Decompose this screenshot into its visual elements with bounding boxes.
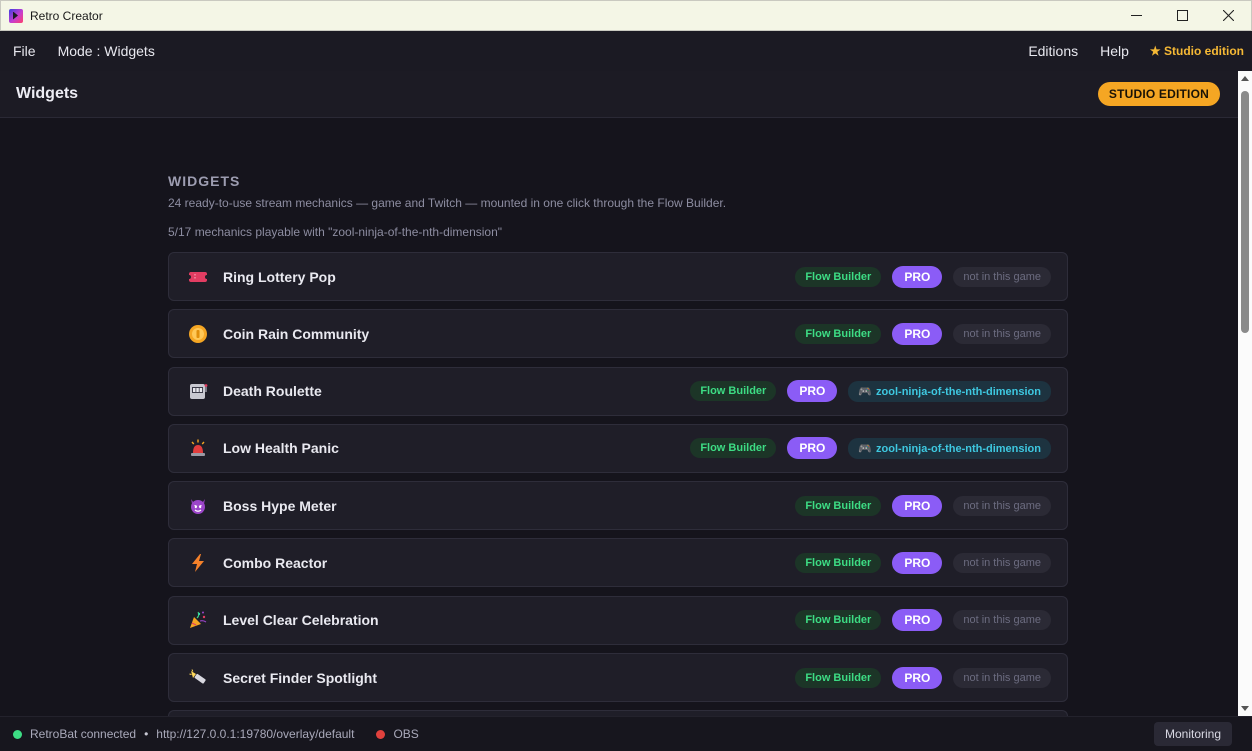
game-name: zool-ninja-of-the-nth-dimension (876, 442, 1041, 455)
widget-tags: Flow Builder PRO 🎮 zool-ninja-of-the-nth-… (690, 437, 1051, 460)
widget-name: Level Clear Celebration (223, 612, 379, 629)
flow-builder-tag: Flow Builder (795, 266, 882, 287)
game-availability-tag: not in this game (953, 552, 1051, 573)
widget-tags: Flow Builder PRO 🎮 zool-ninja-of-the-nth-… (690, 380, 1051, 403)
status-bar: RetroBat connected • http://127.0.0.1:19… (0, 716, 1252, 751)
ticket-icon (187, 266, 209, 288)
maximize-button[interactable] (1159, 1, 1205, 30)
obs-status-dot-icon (376, 729, 386, 739)
page-header: Widgets STUDIO EDITION (0, 71, 1238, 118)
menu-help[interactable]: Help (1089, 43, 1140, 59)
widget-name: Low Health Panic (223, 440, 339, 457)
coin-icon (187, 323, 209, 345)
widget-name: Death Roulette (223, 383, 322, 400)
widget-row[interactable]: Boss Hype Meter Flow Builder PRO not in … (168, 481, 1068, 531)
status-separator: • (144, 727, 149, 741)
pro-badge: PRO (892, 666, 943, 689)
pro-badge: PRO (892, 551, 943, 574)
menu-mode[interactable]: Mode : Widgets (47, 43, 166, 59)
window-controls (1113, 1, 1251, 30)
section-description: 24 ready-to-use stream mechanics — game … (168, 196, 727, 210)
window-title: Retro Creator (30, 8, 103, 23)
flow-builder-tag: Flow Builder (795, 552, 882, 573)
gamepad-icon: 🎮 (858, 385, 873, 398)
flow-builder-tag: Flow Builder (690, 381, 777, 402)
game-name: zool-ninja-of-the-nth-dimension (876, 385, 1041, 398)
flow-builder-tag: Flow Builder (795, 323, 882, 344)
section-title: WIDGETS (168, 173, 241, 189)
widget-row[interactable]: Level Clear Celebration Flow Builder PRO… (168, 595, 1068, 645)
flow-builder-tag: Flow Builder (795, 610, 882, 631)
game-availability-tag: not in this game (953, 667, 1051, 688)
siren-icon (187, 437, 209, 459)
widget-row[interactable]: Secret Finder Spotlight Flow Builder PRO… (168, 653, 1068, 703)
pro-badge: PRO (892, 322, 943, 345)
game-availability-tag: not in this game (953, 266, 1051, 287)
main-content: WIDGETS 24 ready-to-use stream mechanics… (0, 118, 1238, 716)
page-title: Widgets (16, 85, 79, 102)
widget-row[interactable]: Coin Rain Community Flow Builder PRO not… (168, 309, 1068, 359)
lightning-icon (187, 552, 209, 574)
connected-status-dot-icon (13, 729, 22, 739)
flashlight-icon (187, 667, 209, 689)
widget-row[interactable]: Death Roulette Flow Builder PRO 🎮 zool-ni… (168, 366, 1068, 416)
flow-builder-tag: Flow Builder (795, 495, 882, 516)
party-popper-icon (187, 609, 209, 631)
menu-right-group: Editions Help ★ Studio edition (1015, 43, 1252, 59)
menu-editions[interactable]: Editions (1015, 43, 1089, 59)
game-availability-tag: not in this game (953, 323, 1051, 344)
pro-badge: PRO (787, 437, 838, 460)
title-bar: Retro Creator (0, 0, 1252, 31)
gamepad-icon: 🎮 (858, 442, 873, 455)
pro-badge: PRO (892, 265, 943, 288)
close-button[interactable] (1205, 1, 1251, 30)
widget-name: Boss Hype Meter (223, 497, 337, 514)
widget-name: Combo Reactor (223, 554, 328, 571)
pro-badge: PRO (892, 609, 943, 632)
flow-builder-tag: Flow Builder (795, 667, 882, 688)
maximize-icon (1176, 10, 1188, 21)
retrobat-status: RetroBat connected (30, 727, 137, 741)
widget-tags: Flow Builder PRO not in this game (795, 265, 1051, 288)
widget-row[interactable]: Combo Reactor Flow Builder PRO not in th… (168, 538, 1068, 588)
widget-row[interactable]: Low Health Panic Flow Builder PRO 🎮 zool-… (168, 423, 1068, 473)
widget-tags: Flow Builder PRO not in this game (795, 494, 1051, 517)
studio-edition-badge[interactable]: STUDIO EDITION (1097, 82, 1220, 106)
widget-tags: Flow Builder PRO not in this game (795, 609, 1051, 632)
pro-badge: PRO (787, 380, 838, 403)
studio-edition-link[interactable]: ★ Studio edition (1140, 44, 1252, 58)
widget-name: Secret Finder Spotlight (223, 669, 378, 686)
scroll-down-arrow-icon[interactable] (1241, 706, 1249, 711)
widget-name: Coin Rain Community (223, 325, 370, 342)
slot-machine-icon (187, 380, 209, 402)
flow-builder-tag: Flow Builder (690, 438, 777, 459)
widget-tags: Flow Builder PRO not in this game (795, 551, 1051, 574)
app-logo-icon (9, 8, 23, 23)
monitoring-button[interactable]: Monitoring (1153, 722, 1232, 746)
minimize-icon (1130, 15, 1142, 16)
widget-tags: Flow Builder PRO not in this game (795, 666, 1051, 689)
close-icon (1222, 10, 1234, 21)
widget-tags: Flow Builder PRO not in this game (795, 322, 1051, 345)
pro-badge: PRO (892, 494, 943, 517)
playable-count: 5/17 mechanics playable with "zool-ninja… (168, 225, 503, 239)
game-availability-tag: not in this game (953, 495, 1051, 516)
overlay-url[interactable]: http://127.0.0.1:19780/overlay/default (156, 727, 354, 741)
vertical-scrollbar[interactable] (1238, 71, 1252, 716)
game-availability-tag: not in this game (953, 610, 1051, 631)
widget-name: Ring Lottery Pop (223, 268, 336, 285)
game-availability-tag: 🎮 zool-ninja-of-the-nth-dimension (848, 437, 1051, 459)
scroll-thumb[interactable] (1241, 91, 1249, 333)
menu-bar: File Mode : Widgets Editions Help ★ Stud… (0, 31, 1252, 71)
widget-list: Ring Lottery Pop Flow Builder PRO not in… (168, 252, 1068, 716)
devil-icon (187, 495, 209, 517)
scroll-up-arrow-icon[interactable] (1241, 76, 1249, 81)
minimize-button[interactable] (1113, 1, 1159, 30)
obs-status: OBS (393, 727, 419, 741)
game-availability-tag: 🎮 zool-ninja-of-the-nth-dimension (848, 380, 1051, 402)
menu-file[interactable]: File (0, 43, 47, 59)
widget-row[interactable]: Ring Lottery Pop Flow Builder PRO not in… (168, 252, 1068, 301)
